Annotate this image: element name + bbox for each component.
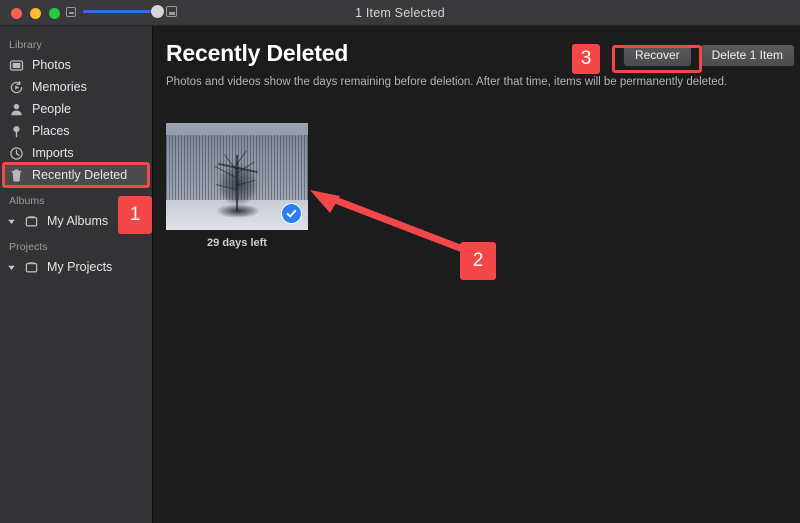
sidebar-item-memories[interactable]: Memories — [0, 76, 152, 98]
album-folder-icon — [24, 260, 39, 275]
close-window-button[interactable] — [11, 8, 22, 19]
sidebar-item-label: Recently Deleted — [32, 168, 128, 182]
recover-button[interactable]: Recover — [622, 44, 692, 67]
zoom-slider-track[interactable] — [83, 5, 164, 18]
chevron-down-icon[interactable] — [7, 217, 16, 226]
photo-grid: 29 days left — [166, 123, 308, 249]
sidebar-item-label: Memories — [32, 80, 87, 94]
photo-selection-checkmark[interactable] — [281, 203, 302, 224]
photo-tree-base — [216, 204, 260, 218]
annotation-badge-3: 3 — [572, 44, 600, 74]
window-titlebar: 1 Item Selected — [0, 0, 800, 26]
small-thumbnail-icon — [66, 6, 76, 17]
annotation-arrow-to-checkmark — [310, 190, 464, 252]
sidebar-item-photos[interactable]: Photos — [0, 54, 152, 76]
sidebar-section-projects-label: Projects — [9, 241, 48, 253]
zoom-slider-thumb[interactable] — [151, 5, 164, 18]
sidebar-item-label: Places — [32, 124, 70, 138]
sidebar-item-label: My Albums — [47, 214, 109, 228]
sidebar-item-imports[interactable]: Imports — [0, 142, 152, 164]
delete-item-button[interactable]: Delete 1 Item — [699, 44, 795, 67]
sidebar-item-my-projects[interactable]: My Projects — [0, 256, 152, 278]
sidebar-item-people[interactable]: People — [0, 98, 152, 120]
thumbnail-zoom-slider-control[interactable] — [66, 5, 177, 18]
sidebar-item-places[interactable]: Places — [0, 120, 152, 142]
photo-tree — [210, 150, 266, 211]
photo-thumbnail[interactable] — [166, 123, 308, 230]
toolbar-actions: Recover Delete 1 Item — [622, 44, 795, 67]
chevron-down-icon[interactable] — [7, 263, 16, 272]
places-pin-icon — [9, 124, 24, 139]
imports-clock-icon — [9, 146, 24, 161]
trash-icon — [9, 168, 24, 183]
album-folder-icon — [24, 214, 39, 229]
photos-icon — [9, 58, 24, 73]
sidebar: Library Photos Memories People Places Im… — [0, 26, 153, 523]
minimize-window-button[interactable] — [30, 8, 41, 19]
window-traffic-lights — [11, 8, 60, 19]
photo-cell[interactable]: 29 days left — [166, 123, 308, 249]
page-subtitle: Photos and videos show the days remainin… — [166, 76, 728, 88]
maximize-window-button[interactable] — [49, 8, 60, 19]
sidebar-section-library-label: Library — [9, 39, 42, 51]
sidebar-item-label: Photos — [32, 58, 71, 72]
sidebar-item-recently-deleted[interactable]: Recently Deleted — [3, 164, 149, 186]
photos-app-window: 1 Item Selected Library Photos Memories … — [0, 0, 800, 523]
sidebar-item-label: Imports — [32, 146, 74, 160]
sidebar-item-label: My Projects — [47, 260, 113, 274]
annotation-badge-1: 1 — [118, 196, 152, 234]
photo-caption: 29 days left — [207, 237, 267, 249]
memories-icon — [9, 80, 24, 95]
people-icon — [9, 102, 24, 117]
sidebar-item-label: People — [32, 102, 71, 116]
large-thumbnail-icon — [166, 6, 177, 17]
